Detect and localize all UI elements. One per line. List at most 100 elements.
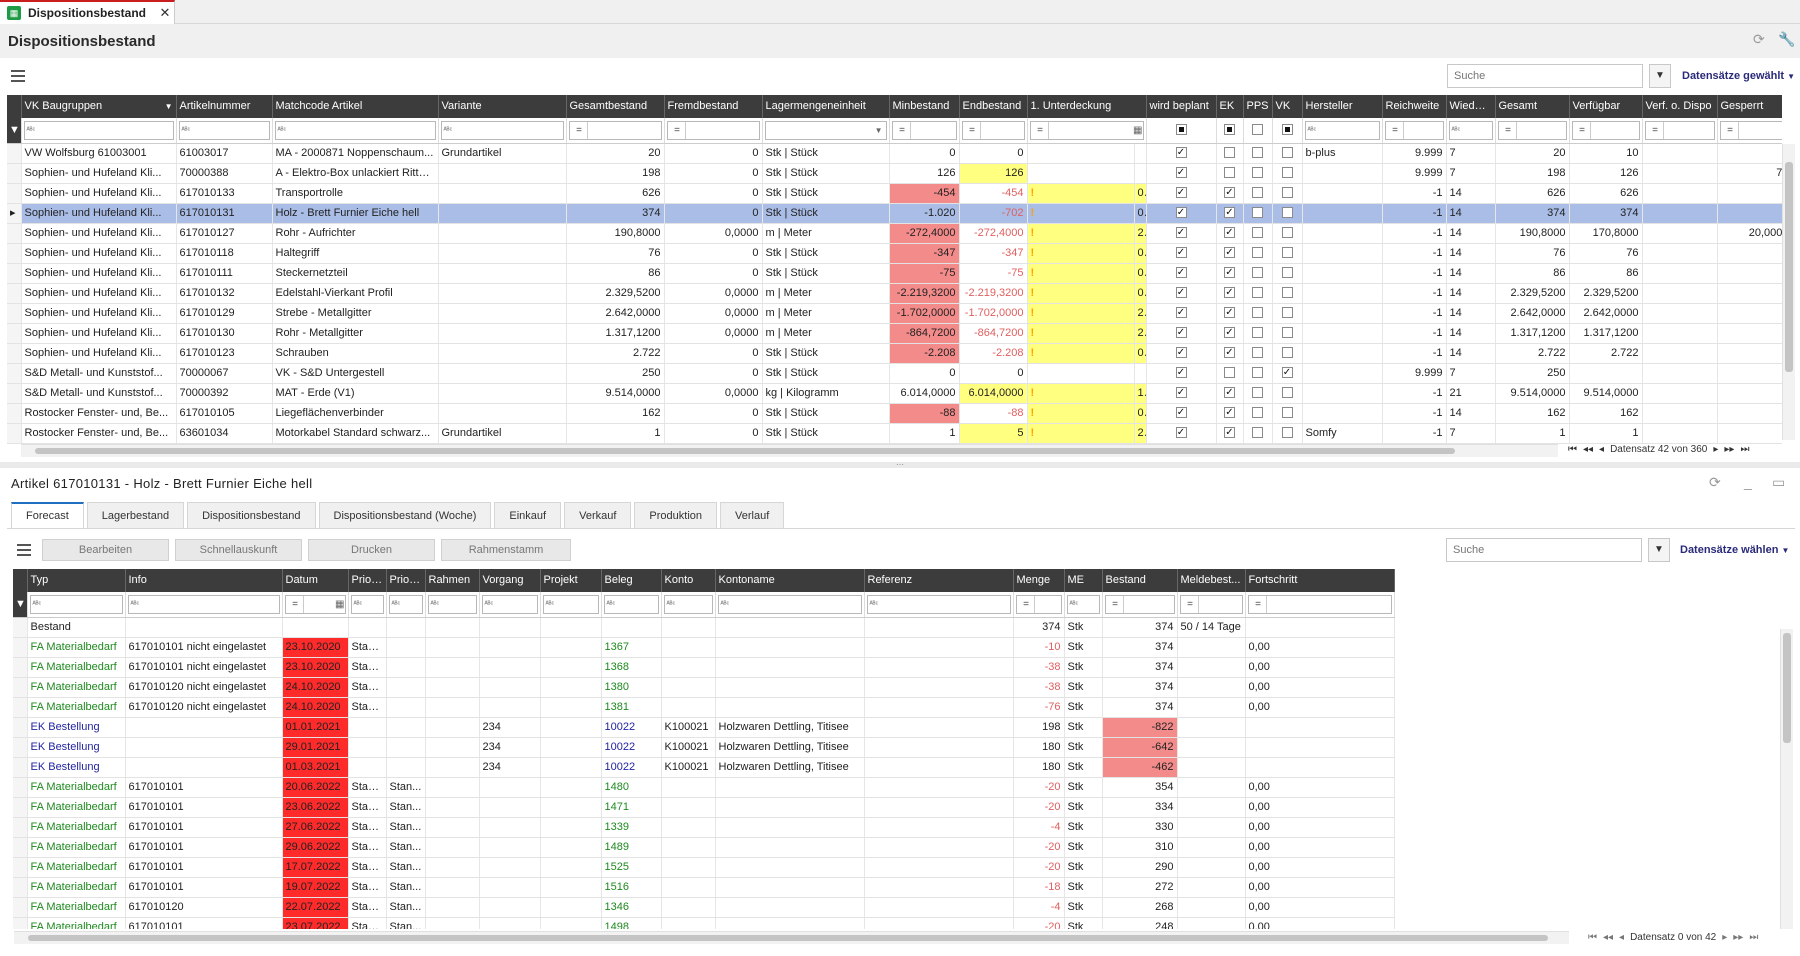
col-bestand[interactable]: Bestand — [1102, 569, 1178, 592]
table-row[interactable]: FA Materialbedarf 617010101 20.06.2022 Stan… — [13, 777, 1395, 798]
minimize-icon[interactable]: _ — [1744, 474, 1752, 490]
filter-input[interactable]: = — [1015, 594, 1062, 614]
filter-input[interactable]: ᴬᴮᶜ — [388, 594, 423, 614]
checkbox[interactable]: ✓ — [1175, 287, 1187, 299]
filter-input[interactable]: = — [1384, 120, 1444, 140]
filter-select[interactable]: ▼ — [764, 120, 887, 140]
col-rahmen[interactable]: Rahmen — [425, 569, 480, 592]
col-gesperrt[interactable]: Gesperrt — [1717, 95, 1782, 118]
checkbox[interactable]: ✓ — [1224, 327, 1235, 339]
col-pps[interactable]: PPS — [1243, 95, 1273, 118]
tab-produktion[interactable]: Produktion — [634, 502, 718, 528]
wrench-icon[interactable]: 🔧 — [1778, 31, 1795, 48]
filter-input[interactable]: = — [568, 120, 662, 140]
records-select-dropdown[interactable]: Datensätze wählen ▼ — [1680, 544, 1789, 556]
checkbox[interactable]: ✓ — [1224, 267, 1235, 279]
table-row[interactable]: Rostocker Fenster- und, Be... 63601034 Mot… — [7, 423, 1782, 444]
table-row[interactable]: FA Materialbedarf 617010101 27.06.2022 Stan… — [13, 817, 1395, 838]
checkbox[interactable]: ✓ — [1224, 287, 1235, 299]
checkbox[interactable]: ✓ — [1175, 367, 1187, 379]
col-minbestand[interactable]: Minbestand — [889, 95, 960, 118]
frame-master-button[interactable]: Rahmenstamm — [441, 539, 571, 561]
checkbox[interactable]: ✓ — [1175, 167, 1187, 179]
document-tab[interactable]: ▦ Dispositionsbestand ✕ — [0, 0, 175, 24]
filter-input[interactable]: = — [1644, 120, 1715, 140]
col-endbestand[interactable]: Endbestand — [959, 95, 1028, 118]
table-row[interactable]: Sophien- und Hufeland Kli... 617010129 Str… — [7, 303, 1782, 324]
checkbox[interactable]: ✓ — [1175, 147, 1187, 159]
filter-input[interactable]: = — [1571, 120, 1640, 140]
tab-dispositionsbestand-woche-[interactable]: Dispositionsbestand (Woche) — [318, 502, 492, 528]
col-typ[interactable]: Typ — [27, 569, 126, 592]
filter-input[interactable]: ᴬᴮᶜ — [481, 594, 538, 614]
col-info[interactable]: Info — [125, 569, 283, 592]
checkbox[interactable] — [1252, 307, 1263, 319]
checkbox[interactable]: ✓ — [1175, 307, 1187, 319]
col-gesamt[interactable]: Gesamt — [1495, 95, 1570, 118]
table-row[interactable]: FA Materialbedarf 617010120 nicht eingela… — [13, 697, 1395, 718]
checkbox[interactable]: ✓ — [1224, 407, 1235, 419]
checkbox[interactable]: ✓ — [1175, 187, 1187, 199]
checkbox[interactable] — [1252, 247, 1263, 259]
pager-next-page-icon[interactable]: ▸▸ — [1724, 444, 1734, 455]
table-row[interactable]: FA Materialbedarf 617010101 23.06.2022 Stan… — [13, 797, 1395, 818]
table-row[interactable]: S&D Metall- und Kunststof... 70000067 VK -… — [7, 363, 1782, 384]
menu-icon[interactable] — [11, 70, 25, 82]
table-row[interactable]: ▸ Sophien- und Hufeland Kli... 617010131 Ho… — [7, 203, 1782, 224]
filter-input[interactable]: = — [666, 120, 760, 140]
col-vk-baugruppen[interactable]: VK Baugruppen ▼ — [21, 95, 177, 118]
checkbox[interactable]: ✓ — [1224, 207, 1235, 219]
table-row[interactable]: FA Materialbedarf 617010101 23.07.2022 Stan… — [13, 917, 1395, 929]
tab-einkauf[interactable]: Einkauf — [494, 502, 562, 528]
checkbox[interactable] — [1281, 187, 1293, 199]
close-icon[interactable]: ✕ — [156, 5, 174, 21]
calendar-icon[interactable]: ▦ — [335, 596, 344, 613]
checkbox[interactable]: ✓ — [1281, 367, 1293, 379]
col-artikelnummer[interactable]: Artikelnummer — [176, 95, 273, 118]
checkbox[interactable]: ✓ — [1224, 387, 1235, 399]
detail-horizontal-scrollbar[interactable] — [14, 931, 1569, 944]
checkbox[interactable] — [1281, 147, 1293, 159]
col-kontoname[interactable]: Kontoname — [715, 569, 865, 592]
pager-prev-page-icon[interactable]: ◂◂ — [1603, 932, 1613, 943]
checkbox[interactable] — [1252, 387, 1263, 399]
checkbox[interactable] — [1252, 327, 1263, 339]
table-row[interactable]: EK Bestellung 01.03.2021 234 10022 K100021 Ho… — [13, 757, 1395, 778]
checkbox[interactable]: ✓ — [1175, 207, 1187, 219]
calendar-icon[interactable]: ▦ — [1133, 122, 1142, 139]
checkbox[interactable] — [1224, 147, 1235, 159]
checkbox[interactable]: ✓ — [1224, 187, 1235, 199]
filter-checkbox[interactable] — [1224, 124, 1235, 136]
tab-forecast[interactable]: Forecast — [11, 502, 84, 528]
checkbox[interactable] — [1281, 287, 1293, 299]
table-row[interactable]: Sophien- und Hufeland Kli... 617010123 Sch… — [7, 343, 1782, 364]
col-unterdeckung[interactable]: 1. Unterdeckung — [1027, 95, 1147, 118]
funnel-icon[interactable]: ▼ — [7, 118, 22, 144]
pager-prev-icon[interactable]: ◂ — [1619, 932, 1624, 943]
checkbox[interactable] — [1252, 207, 1263, 219]
col-matchcode[interactable]: Matchcode Artikel — [272, 95, 439, 118]
tab-verkauf[interactable]: Verkauf — [564, 502, 632, 528]
checkbox[interactable]: ✓ — [1224, 227, 1235, 239]
col-referenz[interactable]: Referenz — [864, 569, 1014, 592]
checkbox[interactable]: ✓ — [1224, 307, 1235, 319]
filter-input[interactable]: ᴬᴮᶜ — [427, 594, 477, 614]
checkbox[interactable]: ✓ — [1224, 247, 1235, 259]
filter-input[interactable]: ᴬᴮᶜ — [663, 594, 713, 614]
checkbox[interactable]: ✓ — [1175, 347, 1187, 359]
detail-vertical-scrollbar[interactable] — [1780, 629, 1793, 929]
checkbox[interactable] — [1224, 367, 1235, 379]
col-me[interactable]: ME — [1064, 569, 1103, 592]
pager-next-icon[interactable]: ▸ — [1722, 932, 1727, 943]
col-fremdbestand[interactable]: Fremdbestand — [664, 95, 763, 118]
col-meldebestand[interactable]: Meldebest... — [1177, 569, 1246, 592]
records-selected-dropdown[interactable]: Datensätze gewählt ▼ — [1682, 70, 1795, 82]
table-row[interactable]: Sophien- und Hufeland Kli... 617010132 Ede… — [7, 283, 1782, 304]
col-variante[interactable]: Variante — [438, 95, 567, 118]
funnel-icon[interactable]: ▼ — [13, 592, 28, 618]
pager-next-icon[interactable]: ▸ — [1713, 444, 1718, 455]
filter-input[interactable]: ᴬᴮᶜ — [127, 594, 280, 614]
top-vertical-scrollbar[interactable] — [1782, 144, 1795, 440]
filter-input[interactable]: ᴬᴮᶜ — [717, 594, 862, 614]
col-fortschritt[interactable]: Fortschritt — [1245, 569, 1395, 592]
